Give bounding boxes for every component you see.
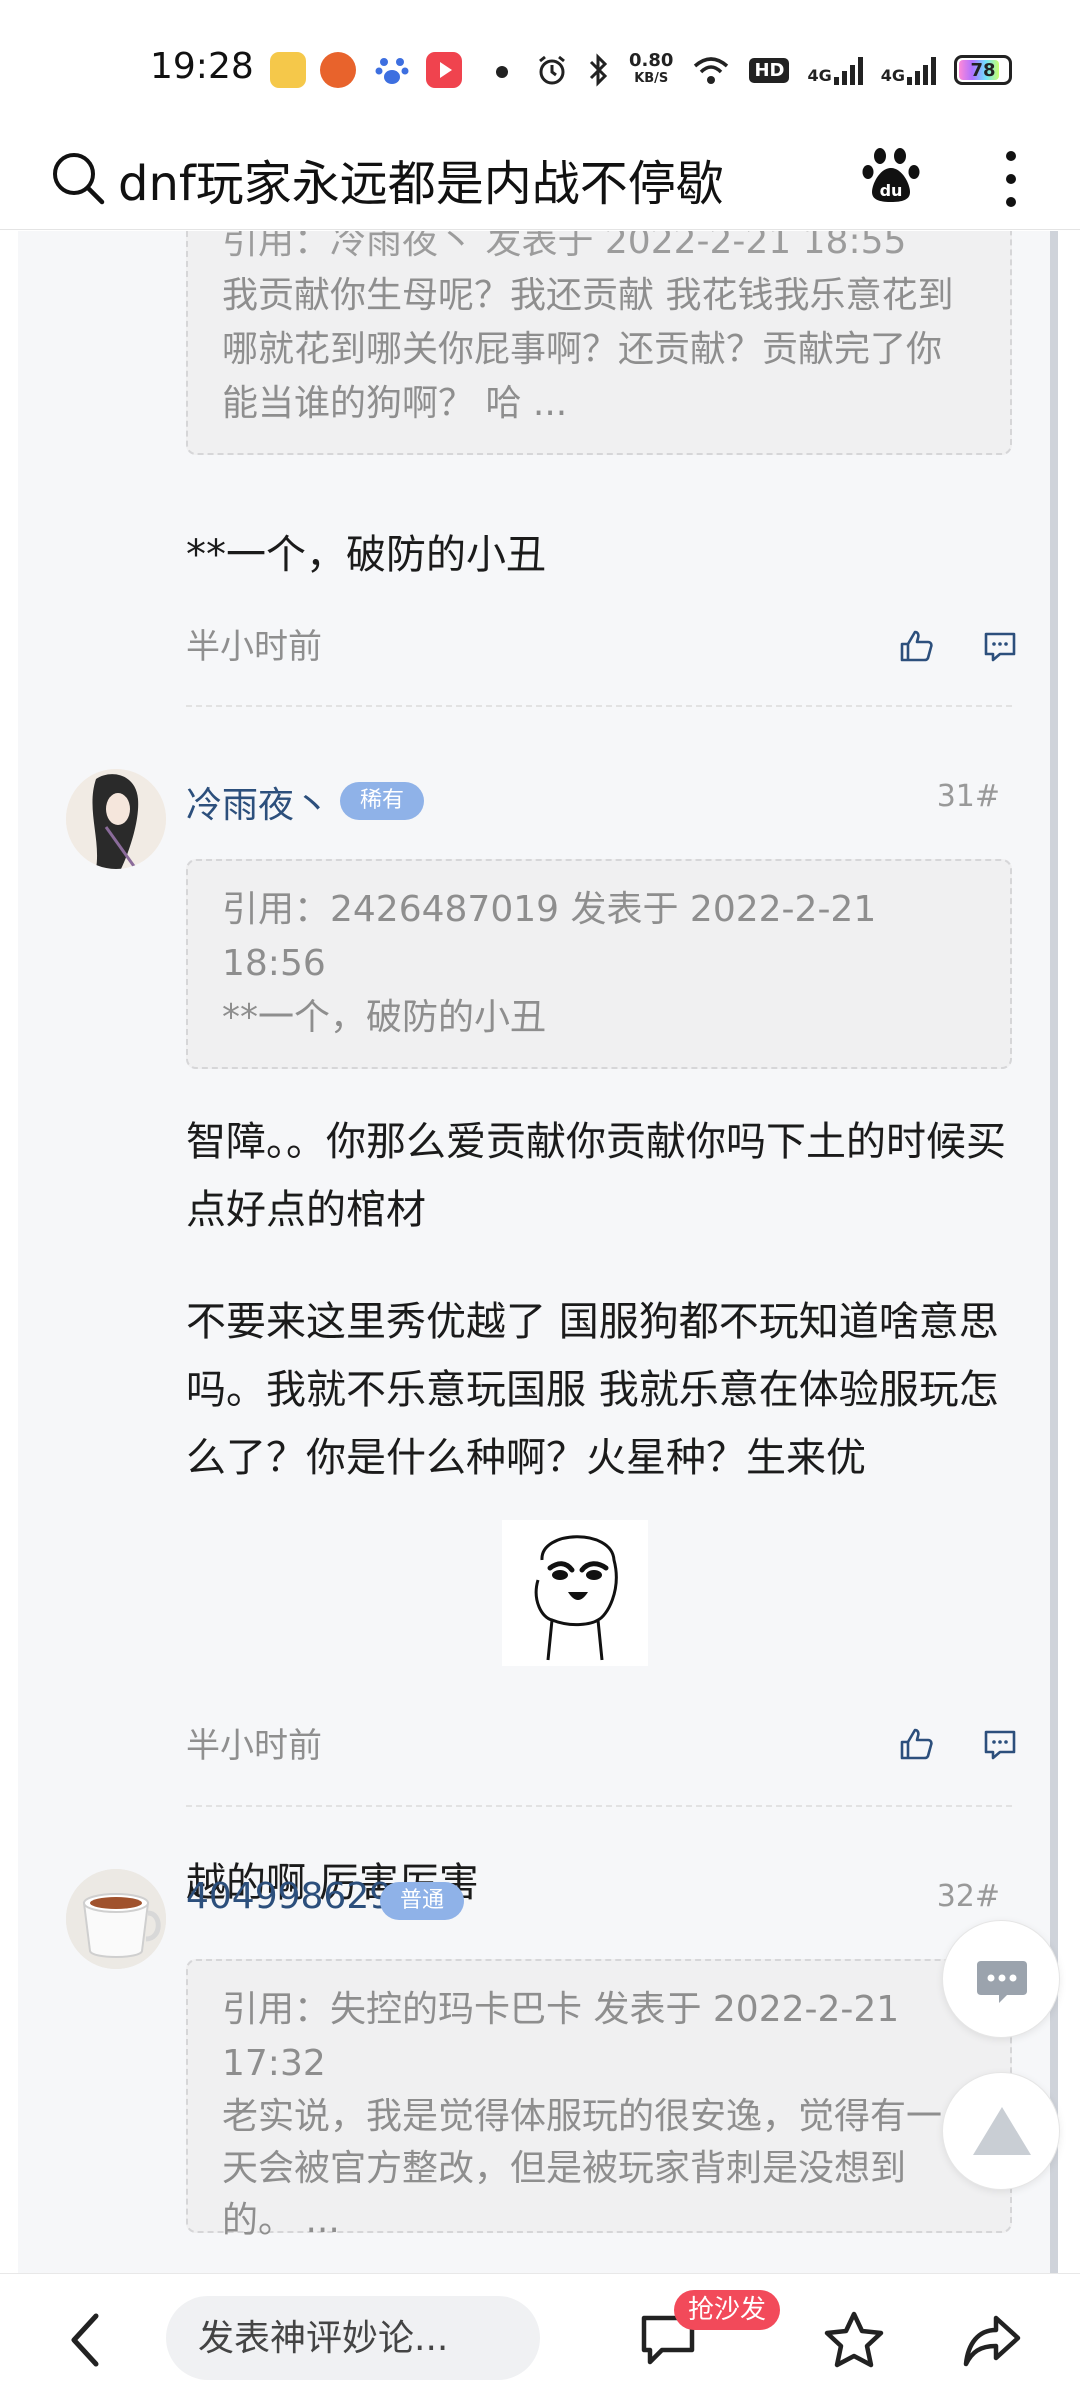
back-arrow-icon[interactable]	[64, 2308, 108, 2372]
quote-text: **一个，破防的小丑	[222, 997, 547, 1038]
floating-comments-button[interactable]	[942, 1920, 1060, 2038]
quote-header: 引用：失控的玛卡巴卡 发表于 2022-2-21 17:32	[222, 1989, 900, 2084]
hd-voice-icon: HD	[749, 57, 790, 83]
video-app-icon	[426, 52, 462, 88]
post-text: **一个，破防的小丑	[186, 532, 546, 578]
quote-text: 老实说，我是觉得体服玩的很安逸，觉得有一天会被官方整改，但是被玩家背刺是没想到的…	[222, 2096, 943, 2241]
username[interactable]: 冷雨夜丶	[186, 776, 330, 828]
game-app-icon	[320, 52, 356, 88]
search-icon[interactable]	[48, 148, 108, 208]
quote-block: 引用：冷雨夜丶 发表于 2022-2-21 18:55 我贡献你生母呢？我还贡献…	[186, 231, 1012, 455]
favorite-star-icon[interactable]	[822, 2310, 886, 2370]
status-time: 19:28	[150, 46, 254, 87]
signal-2: 4G	[881, 55, 936, 85]
post-paragraph: 智障。。你那么爱贡献你贡献你吗下土的时候买点好点的棺材	[186, 1119, 1006, 1233]
scroll-to-top-button[interactable]	[942, 2072, 1060, 2190]
floor-number: 31#	[936, 779, 1000, 814]
search-header: dnf玩家永远都是内战不停歇 du	[0, 128, 1080, 230]
quote-header: 引用：冷雨夜丶 发表于 2022-2-21 18:55	[222, 231, 907, 262]
sofa-badge: 抢沙发	[674, 2290, 781, 2330]
comment-list[interactable]: 引用：冷雨夜丶 发表于 2022-2-21 18:55 我贡献你生母呢？我还贡献…	[18, 231, 1058, 2273]
post-time: 半小时前	[186, 627, 322, 667]
alarm-icon	[539, 55, 565, 85]
left-gutter	[0, 231, 18, 2273]
network-speed: 0.80 KB/S	[629, 50, 674, 87]
bottom-action-bar: 抢沙发	[0, 2273, 1080, 2400]
wallet-app-icon	[270, 52, 306, 88]
sticker-image[interactable]	[502, 1520, 648, 1666]
bluetooth-icon	[589, 53, 608, 87]
svg-text:du: du	[880, 181, 903, 200]
status-bar: 19:28 0.80 KB/S HD 4G 4G 78	[0, 0, 1080, 128]
search-query-title[interactable]: dnf玩家永远都是内战不停歇	[118, 144, 724, 214]
baidu-paw-icon[interactable]: du	[860, 144, 922, 206]
post-time: 半小时前	[186, 1726, 322, 1766]
divider	[186, 1805, 1012, 1807]
quote-text: 我贡献你生母呢？我还贡献 我花钱我乐意花到哪就花到哪关你屁事啊？还贡献？贡献完了…	[222, 275, 954, 424]
more-options-icon[interactable]	[996, 146, 1026, 212]
wifi-icon	[694, 57, 729, 84]
post-paragraph: 不要来这里秀优越了 国服狗都不玩知道啥意思吗。我就不乐意玩国服 我就乐意在体验服…	[186, 1299, 999, 1481]
signal-1: 4G	[807, 55, 863, 85]
user-level-badge: 稀有	[340, 782, 425, 820]
post-text: 智障。。你那么爱贡献你贡献你吗下土的时候买点好点的棺材 不要来这里秀优越了 国服…	[186, 1108, 1036, 1492]
floor-number: 32#	[936, 1879, 1000, 1914]
status-indicators: 0.80 KB/S HD 4G 4G 78	[535, 50, 1012, 90]
quote-block: 引用：2426487019 发表于 2022-2-21 18:56 **一个，破…	[186, 859, 1012, 1069]
like-icon[interactable]	[896, 1724, 936, 1764]
user-level-badge: 普通	[380, 1882, 465, 1920]
divider	[186, 705, 1012, 707]
avatar[interactable]	[66, 1869, 166, 1969]
quote-block: 引用：失控的玛卡巴卡 发表于 2022-2-21 17:32 老实说，我是觉得体…	[186, 1959, 1012, 2241]
comment-input[interactable]	[166, 2296, 540, 2380]
reply-icon[interactable]	[980, 626, 1020, 666]
quote-header: 引用：2426487019 发表于 2022-2-21 18:56	[222, 889, 877, 984]
username[interactable]: 404998629	[186, 1876, 392, 1917]
like-icon[interactable]	[896, 626, 936, 666]
share-icon[interactable]	[960, 2310, 1024, 2370]
notification-dot	[496, 66, 508, 78]
reply-icon[interactable]	[980, 1724, 1020, 1764]
avatar[interactable]	[66, 769, 166, 869]
baidu-app-icon	[374, 52, 410, 88]
battery-icon: 78	[954, 55, 1012, 85]
